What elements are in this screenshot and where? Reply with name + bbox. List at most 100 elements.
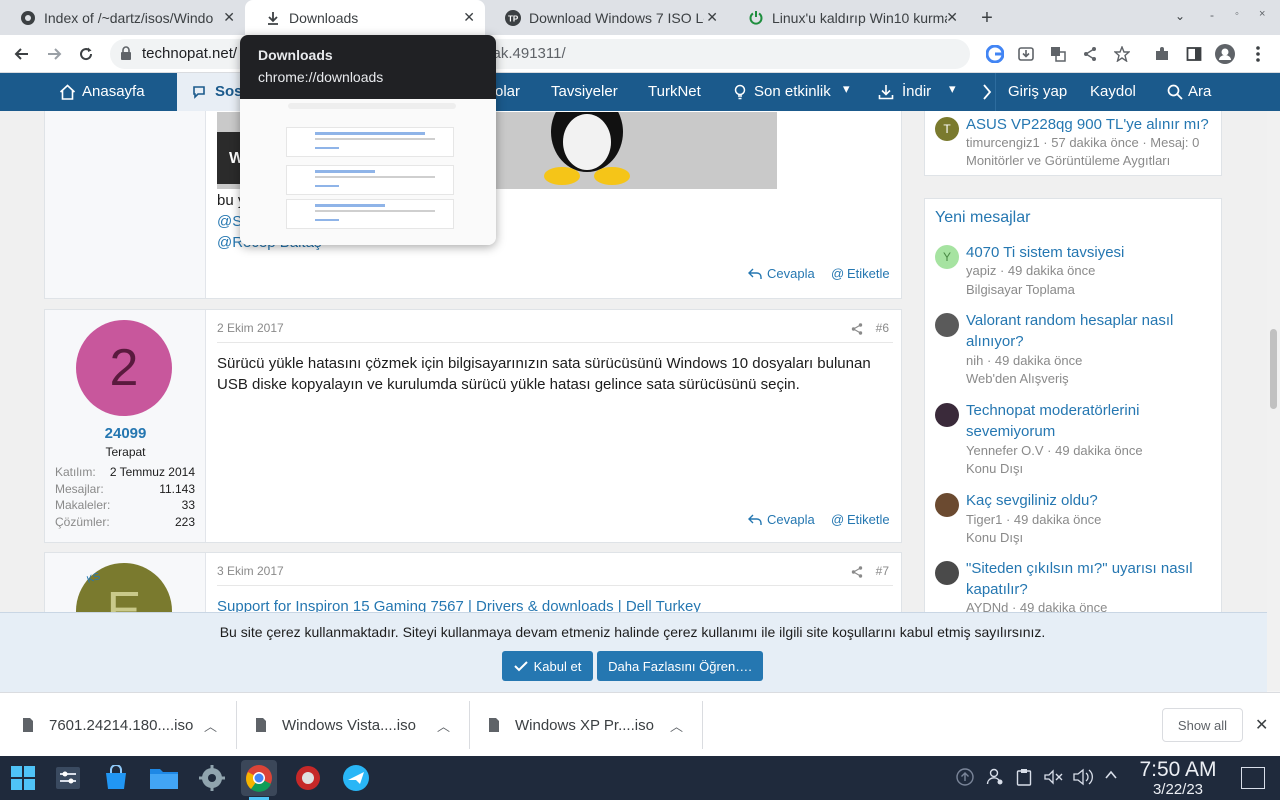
- tag-button[interactable]: Etiketle: [847, 266, 890, 281]
- chevron-right-icon[interactable]: [982, 84, 992, 105]
- avatar[interactable]: [935, 313, 959, 337]
- close-shelf-icon[interactable]: ✕: [1255, 715, 1268, 735]
- thread-forum-link[interactable]: Konu Dışı: [966, 461, 1023, 476]
- avatar[interactable]: 2: [76, 320, 172, 416]
- start-menu-icon[interactable]: [5, 760, 41, 796]
- tab-index-isos[interactable]: Index of /~dartz/isos/Windo ✕: [0, 0, 245, 35]
- share-icon[interactable]: [851, 322, 863, 340]
- minimize-icon[interactable]: -: [1210, 8, 1214, 22]
- widget-heading[interactable]: Yeni mesajlar: [935, 209, 1030, 227]
- profile-avatar-icon[interactable]: [1215, 44, 1235, 64]
- volume-icon[interactable]: [1073, 768, 1095, 790]
- red-app-icon[interactable]: [290, 760, 326, 796]
- chevron-up-icon[interactable]: ︿: [670, 716, 683, 735]
- nav-download[interactable]: İndir: [902, 83, 931, 100]
- back-arrow-icon[interactable]: [12, 44, 32, 64]
- nav-tips[interactable]: Tavsiyeler: [551, 83, 618, 100]
- chevron-up-icon[interactable]: ︿: [204, 716, 217, 735]
- nav-search[interactable]: Ara: [1188, 83, 1211, 100]
- close-window-icon[interactable]: ×: [1259, 8, 1265, 20]
- avatar[interactable]: [935, 403, 959, 427]
- install-app-icon[interactable]: [1016, 44, 1036, 64]
- download-item[interactable]: Windows XP Pr....iso ︿: [488, 693, 688, 757]
- gear-app-icon[interactable]: [194, 760, 230, 796]
- tab-download-windows7[interactable]: TP Download Windows 7 ISO Le ✕: [485, 0, 728, 35]
- post-date[interactable]: 3 Ekim 2017: [217, 564, 284, 578]
- show-all-button[interactable]: Show all: [1162, 708, 1243, 742]
- user-switch-icon[interactable]: [986, 768, 1004, 790]
- chevron-down-icon[interactable]: ▾: [843, 81, 850, 97]
- learn-more-button[interactable]: Daha Fazlasını Öğren….: [597, 651, 763, 681]
- clock-time[interactable]: 7:50 AM: [1132, 758, 1224, 782]
- mention-link[interactable]: @S: [217, 213, 242, 230]
- post-number[interactable]: #6: [876, 321, 889, 335]
- clipboard-icon[interactable]: [1016, 768, 1032, 790]
- file-manager-icon[interactable]: [146, 760, 182, 796]
- search-icon[interactable]: [1167, 84, 1183, 105]
- thread-title-link[interactable]: ASUS VP228qg 900 TL'ye alınır mı?: [966, 114, 1216, 135]
- tab-linux-win10[interactable]: Linux'u kaldırıp Win10 kurma ✕: [728, 0, 968, 35]
- google-icon[interactable]: [985, 44, 1005, 64]
- tag-button[interactable]: Etiketle: [847, 512, 890, 527]
- lock-icon[interactable]: [120, 46, 132, 66]
- translate-icon[interactable]: [1048, 44, 1068, 64]
- nav-home[interactable]: Anasayfa: [82, 83, 145, 100]
- forward-arrow-icon[interactable]: [44, 44, 64, 64]
- username[interactable]: 24099: [45, 425, 206, 442]
- settings-panel-icon[interactable]: [50, 760, 86, 796]
- nav-active-tab[interactable]: Sos: [177, 73, 247, 111]
- scrollbar-thumb[interactable]: [1270, 329, 1277, 409]
- address-bar[interactable]: technopat.net/ mak.491311/: [110, 39, 970, 69]
- close-icon[interactable]: ✕: [223, 9, 235, 26]
- thread-title-link[interactable]: Technopat moderatörlerini sevemiyorum: [966, 400, 1216, 442]
- show-desktop-icon[interactable]: [1241, 767, 1265, 789]
- share-icon[interactable]: [851, 565, 863, 583]
- thread-forum-link[interactable]: Konu Dışı: [966, 530, 1023, 545]
- tab-downloads[interactable]: Downloads ✕: [245, 0, 485, 35]
- avatar[interactable]: [935, 561, 959, 585]
- chrome-icon[interactable]: [241, 760, 277, 796]
- close-icon[interactable]: ✕: [706, 9, 718, 26]
- update-arrow-icon[interactable]: [956, 768, 974, 790]
- maximize-icon[interactable]: ◦: [1235, 8, 1239, 20]
- tab-search-icon[interactable]: ⌄: [1175, 9, 1185, 23]
- reply-button[interactable]: Cevapla: [767, 512, 815, 527]
- nav-login[interactable]: Giriş yap: [1008, 83, 1067, 100]
- new-tab-button[interactable]: +: [975, 6, 999, 30]
- download-item[interactable]: 7601.24214.180....iso ︿: [22, 693, 222, 757]
- thread-title-link[interactable]: Valorant random hesaplar nasıl alınıyor?: [966, 310, 1216, 352]
- avatar[interactable]: Y: [935, 245, 959, 269]
- close-icon[interactable]: ✕: [463, 9, 475, 26]
- share-icon[interactable]: [1080, 44, 1100, 64]
- menu-kebab-icon[interactable]: [1248, 44, 1268, 64]
- nav-activity[interactable]: Son etkinlik: [754, 83, 831, 100]
- thread-title-link[interactable]: 4070 Ti sistem tavsiyesi: [966, 242, 1216, 263]
- side-panel-icon[interactable]: [1184, 44, 1204, 64]
- chevron-up-icon[interactable]: [1104, 768, 1118, 786]
- bookmark-star-icon[interactable]: [1112, 44, 1132, 64]
- home-icon[interactable]: [59, 84, 76, 105]
- reload-icon[interactable]: [76, 44, 96, 64]
- clock-date[interactable]: 3/22/23: [1132, 781, 1224, 798]
- nav-register[interactable]: Kaydol: [1090, 83, 1136, 100]
- nav-turknet[interactable]: TurkNet: [648, 83, 701, 100]
- chevron-up-icon[interactable]: ︿: [437, 716, 450, 735]
- close-icon[interactable]: ✕: [946, 9, 958, 26]
- download-item[interactable]: Windows Vista....iso ︿: [255, 693, 455, 757]
- avatar[interactable]: [935, 493, 959, 517]
- extensions-puzzle-icon[interactable]: [1152, 44, 1172, 64]
- thread-title-link[interactable]: "Siteden çıkılsın mı?" uyarısı nasıl kap…: [966, 558, 1216, 600]
- support-link[interactable]: Support for Inspiron 15 Gaming 7567 | Dr…: [217, 598, 701, 612]
- thread-forum-link[interactable]: Web'den Alışveriş: [966, 371, 1069, 386]
- airplane-app-icon[interactable]: [338, 760, 374, 796]
- thread-title-link[interactable]: Kaç sevgiliniz oldu?: [966, 490, 1216, 511]
- avatar[interactable]: E: [76, 563, 172, 612]
- store-bag-icon[interactable]: [98, 760, 134, 796]
- chevron-down-icon[interactable]: ▾: [949, 81, 956, 97]
- avatar[interactable]: T: [935, 117, 959, 141]
- thread-forum-link[interactable]: Bilgisayar Toplama: [966, 282, 1075, 297]
- page-scrollbar[interactable]: [1267, 111, 1280, 691]
- accept-cookies-button[interactable]: Kabul et: [502, 651, 593, 681]
- network-disconnected-icon[interactable]: [1044, 768, 1064, 790]
- reply-button[interactable]: Cevapla: [767, 266, 815, 281]
